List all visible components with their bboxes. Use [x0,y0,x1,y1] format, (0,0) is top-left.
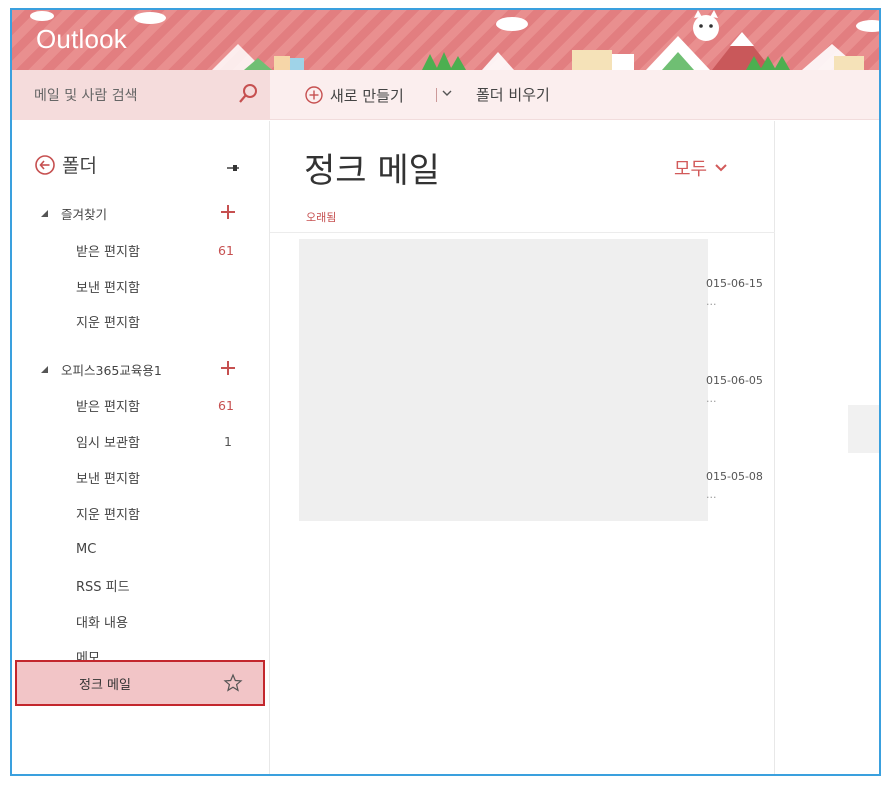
collapse-triangle-icon[interactable] [40,365,49,374]
folder-label: MC [76,541,97,557]
message-date[interactable]: 015-06-15 [706,277,763,290]
section-favorites[interactable]: 즐겨찾기 [40,201,107,225]
folder-label: RSS 피드 [76,579,130,595]
toolbar: 메일 및 사람 검색 새로 만들기 폴더 비우기 [12,70,879,120]
filter-label: 모두 [674,159,708,180]
account-item-drafts[interactable]: 임시 보관함 [76,430,140,452]
account-item-sent[interactable]: 보낸 편지함 [76,466,140,488]
folder-label: 지운 편지함 [76,315,140,331]
chevron-down-icon [715,164,727,172]
pin-icon[interactable] [226,161,240,175]
message-list: 정크 메일 모두 오래됨 015-06-15 ... 015-06-05 ...… [270,121,775,774]
back-arrow-icon[interactable] [34,154,56,176]
folder-label: 정크 메일 [79,678,131,693]
section-account[interactable]: 오피스365교육용1 [40,357,162,381]
favorites-item-sent[interactable]: 보낸 편지함 [76,275,140,297]
account-item-mc[interactable]: MC [76,538,96,560]
folder-label: 지운 편지함 [76,507,140,523]
account-item-conversation-history[interactable]: 대화 내용 [76,610,128,632]
message-date[interactable]: 015-06-05 [706,374,763,387]
folder-label: 대화 내용 [76,615,128,631]
account-item-deleted[interactable]: 지운 편지함 [76,502,140,524]
redacted-message-area [299,239,708,521]
message-preview: ... [706,392,717,405]
add-favorite-icon[interactable] [220,204,236,220]
folders-title: 폴더 [62,155,97,177]
account-item-inbox[interactable]: 받은 편지함 [76,394,140,416]
chevron-down-icon[interactable] [440,86,454,100]
folder-label: 보낸 편지함 [76,471,140,487]
list-title: 정크 메일 [304,151,440,191]
search-input[interactable]: 메일 및 사람 검색 [12,70,270,120]
add-folder-icon[interactable] [220,360,236,376]
message-preview: ... [706,295,717,308]
favorites-item-inbox[interactable]: 받은 편지함 [76,239,140,261]
star-icon[interactable] [223,673,243,693]
brand-logo[interactable]: Outlook [36,24,127,55]
folder-label: 임시 보관함 [76,435,140,451]
list-divider [270,232,775,233]
unread-count: 61 [218,398,234,413]
favorites-item-deleted[interactable]: 지운 편지함 [76,310,140,332]
message-date[interactable]: 015-05-08 [706,470,763,483]
folders-header[interactable]: 폴더 [34,151,97,178]
toolbar-separator [436,88,437,102]
account-item-rss[interactable]: RSS 피드 [76,574,130,596]
message-preview: ... [706,488,717,501]
filter-dropdown[interactable]: 모두 [674,155,729,181]
app-window: Outlook 메일 및 사람 검색 새로 만들기 폴더 비우기 폴더 즐겨찾기… [10,8,881,776]
empty-folder-button[interactable]: 폴더 비우기 [476,84,550,105]
section-account-label: 오피스365교육용1 [61,362,162,378]
collapse-triangle-icon[interactable] [40,209,49,218]
draft-count: 1 [224,434,232,449]
search-icon[interactable] [236,82,260,106]
sort-label[interactable]: 오래됨 [306,209,336,225]
account-item-junk-selected[interactable]: 정크 메일 [15,660,265,706]
reading-pane-placeholder [848,405,879,453]
new-button-label: 새로 만들기 [330,86,404,105]
decorative-scene [30,10,879,70]
folder-label: 받은 편지함 [76,399,140,415]
reading-pane [776,121,879,774]
new-button[interactable]: 새로 만들기 [304,82,404,108]
folder-pane: 폴더 즐겨찾기 받은 편지함 61 보낸 편지함 지운 편지함 오피스365교육 [12,121,270,774]
folder-label: 보낸 편지함 [76,280,140,296]
plus-circle-icon [305,86,323,104]
search-placeholder: 메일 및 사람 검색 [34,88,138,104]
unread-count: 61 [218,243,234,258]
header-banner: Outlook [12,10,879,70]
folder-label: 받은 편지함 [76,244,140,260]
section-favorites-label: 즐겨찾기 [61,206,108,222]
